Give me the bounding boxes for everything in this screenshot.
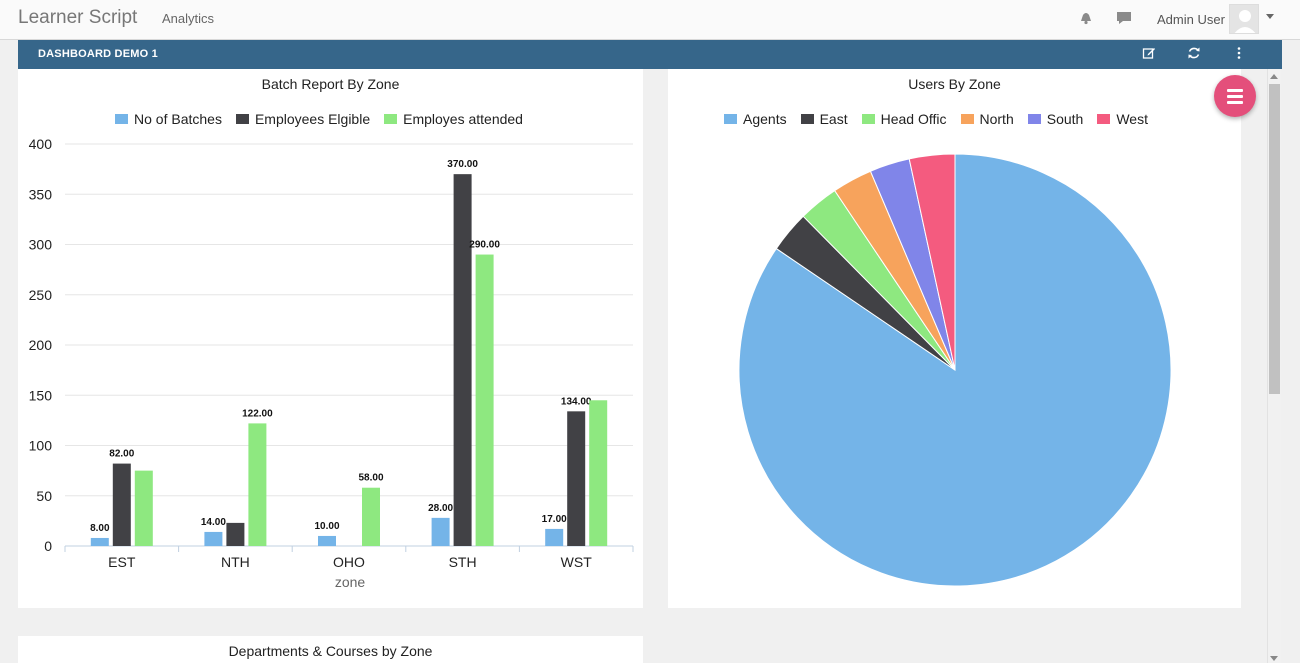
bar-legend-item[interactable]: No of Batches — [115, 111, 222, 127]
y-tick-label: 50 — [36, 488, 52, 504]
data-label: 290.00 — [469, 240, 500, 251]
data-label: 28.00 — [428, 503, 453, 514]
data-label: 134.00 — [561, 396, 592, 407]
scrollbar-thumb[interactable] — [1269, 84, 1280, 394]
legend-swatch — [115, 114, 128, 124]
y-tick-label: 350 — [29, 186, 53, 202]
data-label: 370.00 — [447, 159, 478, 170]
edit-icon[interactable] — [1142, 46, 1156, 60]
y-tick-label: 400 — [29, 136, 53, 152]
menu-icon-line — [1227, 95, 1243, 98]
x-tick-label: NTH — [221, 554, 250, 570]
legend-label: West — [1116, 111, 1148, 127]
bar — [90, 537, 109, 546]
data-label: 17.00 — [542, 514, 567, 525]
pie-legend-item[interactable]: Agents — [724, 111, 787, 127]
chat-icon[interactable] — [1116, 10, 1132, 26]
bar-legend-item[interactable]: Employees Elgible — [235, 111, 371, 127]
nav-link-analytics[interactable]: Analytics — [162, 11, 214, 26]
fab-menu-button[interactable] — [1214, 75, 1256, 117]
dashboard-title: DASHBOARD DEMO 1 — [38, 48, 158, 60]
pie-legend-item[interactable]: South — [1027, 111, 1084, 127]
legend-swatch — [1027, 114, 1041, 124]
x-axis-title: zone — [335, 574, 366, 590]
users-by-zone-title: Users By Zone — [908, 76, 1001, 92]
pie-chart-legend: Agents East Head Offic North South West — [724, 111, 1162, 129]
x-tick-label: WST — [561, 554, 593, 570]
legend-label: Agents — [743, 111, 787, 127]
batch-report-chart: 0 50 100 150 200 250 300 350 400 EST 8.00 82.00 NTH 1… — [29, 136, 634, 590]
legend-swatch — [800, 114, 814, 124]
y-tick-label: 100 — [29, 438, 53, 454]
legend-label: South — [1046, 111, 1084, 127]
data-label: 14.00 — [201, 517, 226, 528]
x-tick-label: EST — [108, 554, 136, 570]
pie-legend-item[interactable]: West — [1097, 111, 1148, 127]
pie-legend-item[interactable]: Head Offic — [861, 111, 947, 127]
data-label: 8.00 — [90, 523, 110, 534]
user-avatar-icon[interactable] — [1229, 4, 1259, 34]
users-by-zone-chart — [738, 153, 1172, 587]
bar — [226, 522, 245, 546]
legend-swatch — [235, 114, 249, 124]
legend-label: North — [979, 111, 1014, 127]
bar — [112, 463, 131, 546]
caret-down-icon[interactable] — [1266, 14, 1274, 19]
bar — [567, 411, 586, 546]
bar — [362, 487, 380, 546]
bar — [431, 517, 450, 546]
bar-legend-item[interactable]: Employes attended — [384, 111, 523, 127]
pie-legend-item[interactable]: East — [800, 111, 848, 127]
data-label: 58.00 — [358, 473, 383, 484]
pie-legend-item[interactable]: North — [960, 111, 1014, 127]
bar — [545, 528, 564, 546]
y-tick-label: 0 — [44, 538, 52, 554]
bar — [475, 254, 494, 547]
legend-label: Head Offic — [880, 111, 947, 127]
x-tick-label: OHO — [333, 554, 365, 570]
dashboard-header: DASHBOARD DEMO 1 — [18, 40, 1282, 69]
bar — [589, 400, 608, 546]
top-navbar: Learner Script Analytics Admin User — [0, 0, 1300, 40]
departments-courses-title: Departments & Courses by Zone — [228, 643, 433, 659]
legend-swatch — [1097, 114, 1111, 124]
bar — [204, 531, 223, 546]
bar — [453, 174, 472, 546]
refresh-icon[interactable] — [1187, 46, 1201, 60]
data-label: 82.00 — [109, 449, 134, 460]
data-label: 10.00 — [314, 521, 339, 532]
legend-label: Employes attended — [403, 111, 523, 127]
bar — [134, 470, 153, 546]
legend-label: East — [819, 111, 848, 127]
bell-icon[interactable] — [1078, 10, 1094, 26]
legend-swatch — [960, 114, 974, 124]
menu-icon — [1227, 89, 1243, 92]
menu-icon-line — [1227, 101, 1243, 104]
legend-swatch — [724, 114, 737, 124]
scroll-down-icon[interactable] — [1270, 656, 1278, 661]
y-tick-label: 300 — [29, 237, 53, 253]
more-vertical-icon[interactable] — [1232, 46, 1246, 60]
legend-swatch — [861, 114, 875, 124]
bar — [318, 535, 336, 546]
data-label: 122.00 — [242, 408, 273, 419]
x-tick-label: STH — [449, 554, 477, 570]
legend-label: No of Batches — [134, 111, 222, 127]
y-tick-label: 150 — [29, 387, 53, 403]
batch-report-title: Batch Report By Zone — [261, 76, 400, 92]
brand-logo-text[interactable]: Learner Script — [18, 7, 137, 29]
bar-chart-legend: No of Batches Employees Elgible Employes a… — [115, 111, 537, 129]
bar — [248, 423, 267, 546]
legend-swatch — [384, 114, 398, 124]
scroll-up-icon[interactable] — [1270, 74, 1278, 79]
user-name[interactable]: Admin User — [1157, 12, 1225, 27]
legend-label: Employees Elgible — [254, 111, 371, 127]
y-tick-label: 250 — [29, 287, 53, 303]
y-tick-label: 200 — [29, 337, 53, 353]
